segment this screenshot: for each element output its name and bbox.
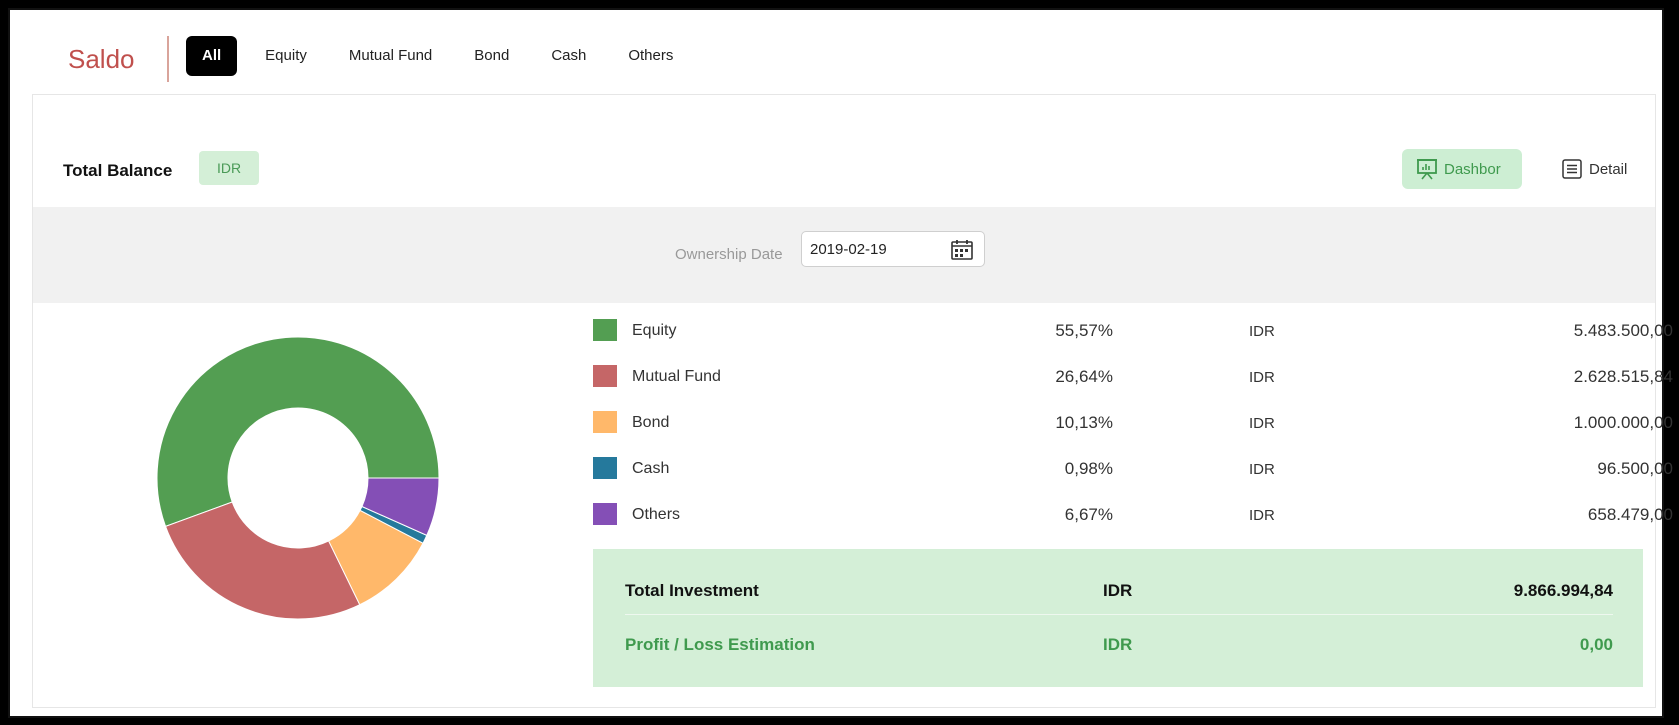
currency-badge[interactable]: IDR (199, 151, 259, 185)
app-window: Saldo All Equity Mutual Fund Bond Cash O… (8, 8, 1673, 718)
legend-row-cash: Cash 0,98% IDR 96.500,00 (593, 445, 1673, 491)
balance-card: Total Balance IDR Dashbor Detail Ownersh… (32, 94, 1673, 708)
legend-name: Equity (632, 322, 677, 339)
tab-bond[interactable]: Bond (460, 36, 523, 76)
donut-slice-mutual-fund[interactable] (164, 501, 361, 620)
tab-cash[interactable]: Cash (537, 36, 600, 76)
total-balance-title: Total Balance (63, 161, 173, 180)
ownership-date-input[interactable]: 2019-02-19 (801, 231, 985, 267)
investment-summary: Total Investment IDR 9.866.994,84 Profit… (593, 549, 1643, 687)
legend-amount: 1.000.000,00 (1573, 413, 1673, 432)
date-filter-bar: Ownership Date 2019-02-19 (33, 207, 1655, 303)
total-investment-value: 9.866.994,84 (1513, 581, 1613, 600)
profit-loss-currency: IDR (1103, 635, 1133, 654)
legend-name: Bond (632, 414, 670, 431)
profit-loss-row: Profit / Loss Estimation IDR 0,00 (625, 619, 1613, 669)
total-investment-row: Total Investment IDR 9.866.994,84 (625, 565, 1613, 615)
brand-divider (167, 36, 169, 82)
legend-swatch (593, 503, 617, 525)
legend-currency: IDR (1249, 461, 1275, 478)
tab-equity[interactable]: Equity (251, 36, 321, 76)
legend-name: Others (632, 506, 681, 523)
legend-amount: 2.628.515,84 (1573, 367, 1673, 386)
total-investment-label: Total Investment (625, 581, 759, 600)
list-icon (1561, 158, 1583, 180)
tab-others[interactable]: Others (614, 36, 687, 76)
detail-label: Detail (1589, 160, 1628, 178)
top-nav: Saldo All Equity Mutual Fund Bond Cash O… (10, 10, 1662, 100)
legend-row-others: Others 6,67% IDR 658.479,00 (593, 491, 1673, 537)
brand-title: Saldo (68, 44, 135, 74)
date-value: 2019-02-19 (810, 241, 887, 258)
legend-name: Cash (632, 460, 670, 477)
legend-amount: 96.500,00 (1597, 459, 1673, 478)
legend-percent: 10,13% (1055, 413, 1113, 432)
legend-percent: 55,57% (1055, 321, 1113, 340)
tab-mutual-fund[interactable]: Mutual Fund (335, 36, 446, 76)
legend-row-mutual-fund: Mutual Fund 26,64% IDR 2.628.515,84 (593, 353, 1673, 399)
legend-amount: 5.483.500,00 (1573, 321, 1673, 340)
dashboard-view-button[interactable]: Dashbor (1402, 149, 1522, 189)
legend-swatch (593, 319, 617, 341)
legend-swatch (593, 457, 617, 479)
detail-view-button[interactable]: Detail (1547, 149, 1641, 189)
card-header: Total Balance IDR Dashbor Detail (33, 95, 1655, 207)
allocation-donut-chart (156, 336, 440, 620)
tab-all[interactable]: All (186, 36, 238, 76)
presentation-chart-icon (1416, 158, 1438, 180)
legend-currency: IDR (1249, 323, 1275, 340)
total-investment-currency: IDR (1103, 581, 1133, 600)
profit-loss-value: 0,00 (1579, 635, 1613, 654)
legend-swatch (593, 411, 617, 433)
legend-currency: IDR (1249, 415, 1275, 432)
legend-currency: IDR (1249, 507, 1275, 524)
legend-row-equity: Equity 55,57% IDR 5.483.500,00 (593, 307, 1673, 353)
legend-amount: 658.479,00 (1587, 505, 1673, 524)
dashboard-label: Dashbor (1444, 160, 1501, 178)
profit-loss-label: Profit / Loss Estimation (625, 635, 815, 654)
legend-swatch (593, 365, 617, 387)
legend-currency: IDR (1249, 369, 1275, 386)
asset-tabs: All Equity Mutual Fund Bond Cash Others (186, 36, 701, 76)
legend-row-bond: Bond 10,13% IDR 1.000.000,00 (593, 399, 1673, 445)
legend-percent: 0,98% (1064, 459, 1113, 478)
ownership-date-label: Ownership Date (675, 246, 783, 263)
legend-percent: 26,64% (1055, 367, 1113, 386)
legend-name: Mutual Fund (632, 368, 721, 385)
calendar-icon[interactable] (950, 238, 974, 267)
legend-percent: 6,67% (1064, 505, 1113, 524)
